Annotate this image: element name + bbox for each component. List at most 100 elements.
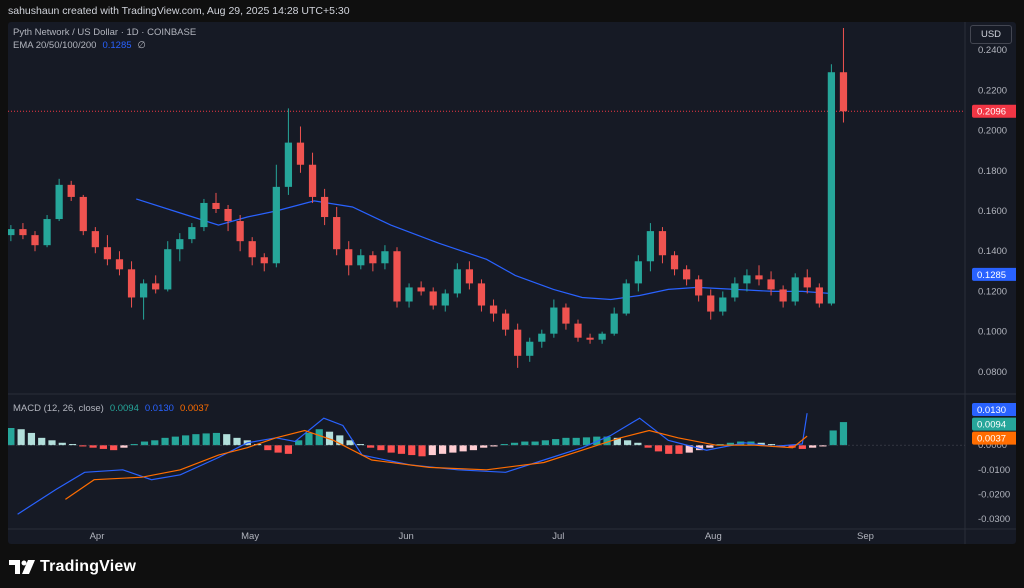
candle-body bbox=[91, 231, 99, 248]
candle-body bbox=[224, 208, 232, 222]
macd-histogram-bar bbox=[284, 445, 292, 454]
candle-body bbox=[526, 341, 534, 356]
candle-body bbox=[212, 202, 220, 209]
candle-body bbox=[103, 247, 112, 260]
candle-body bbox=[779, 289, 787, 302]
tradingview-logo[interactable]: TradingView bbox=[9, 557, 136, 577]
price-tick-label: 0.0800 bbox=[978, 367, 1007, 378]
macd-histogram-bar bbox=[182, 435, 190, 446]
candle-body bbox=[200, 202, 208, 228]
macd-histogram-bar bbox=[418, 445, 426, 457]
macd-histogram-bar bbox=[531, 441, 539, 446]
candle-body bbox=[248, 241, 256, 258]
macd-histogram-bar bbox=[192, 434, 200, 446]
macd-histogram-bar bbox=[562, 437, 570, 446]
candle-body bbox=[755, 275, 763, 280]
macd-histogram-bar bbox=[140, 441, 149, 446]
candle-body bbox=[489, 305, 498, 314]
candle-body bbox=[707, 295, 715, 312]
candle-body bbox=[417, 287, 425, 292]
candle-body bbox=[272, 186, 280, 264]
macd-histogram-bar bbox=[552, 439, 560, 446]
macd-histogram-bar bbox=[521, 441, 529, 446]
candle-body bbox=[176, 239, 184, 250]
macd-histogram-bar bbox=[387, 445, 395, 453]
candle-body bbox=[767, 279, 775, 290]
chart-area[interactable]: 0.0800 0.1000 0.1200 0.1400 0.1600 0.1800 0.20… bbox=[8, 22, 1016, 544]
candle-body bbox=[381, 251, 389, 264]
symbol-title[interactable]: Pyth Network / US Dollar · 1D · COINBASE bbox=[13, 27, 196, 38]
candle-body bbox=[622, 283, 630, 314]
macd-histogram-bar bbox=[449, 445, 457, 453]
macd-histogram-bar bbox=[110, 445, 118, 451]
ema-value: 0.1285 bbox=[102, 40, 132, 51]
macd-histogram-bar bbox=[223, 434, 231, 446]
time-tick-label: Sep bbox=[857, 531, 874, 542]
macd-histogram-bar bbox=[48, 440, 56, 446]
candle-body bbox=[791, 277, 799, 302]
price-tick-label: 0.2400 bbox=[978, 45, 1007, 56]
candle-body bbox=[164, 249, 172, 290]
candle-body bbox=[345, 249, 353, 266]
chart-canvas[interactable]: 0.0800 0.1000 0.1200 0.1400 0.1600 0.1800 0.20… bbox=[8, 22, 1016, 544]
candle-body bbox=[827, 72, 836, 304]
brand-name: TradingView bbox=[40, 558, 137, 575]
macd-histogram-bar bbox=[367, 445, 375, 448]
currency-button[interactable]: USD bbox=[970, 25, 1012, 44]
price-tick-label: 0.1800 bbox=[978, 166, 1007, 177]
candle-body bbox=[550, 307, 558, 334]
candle-body bbox=[236, 221, 244, 242]
time-tick-label: Jun bbox=[398, 531, 413, 542]
macd-legend[interactable]: MACD (12, 26, close) 0.0094 0.0130 0.0037 bbox=[13, 403, 209, 414]
visibility-icon[interactable]: ∅ bbox=[138, 40, 146, 51]
time-tick-label: Apr bbox=[90, 531, 105, 542]
top-bar: sahushaun created with TradingView.com, … bbox=[0, 0, 1024, 22]
signal-value-tag: 0.0037 bbox=[977, 434, 1006, 445]
candle-body bbox=[586, 337, 594, 340]
macd-histogram-bar bbox=[428, 445, 436, 456]
macd-histogram-value: 0.0094 bbox=[109, 403, 139, 414]
candle-body bbox=[31, 235, 39, 246]
candle-body bbox=[562, 307, 570, 324]
macd-histogram-bar bbox=[151, 440, 159, 446]
macd-tick-label: -0.0100 bbox=[978, 465, 1010, 476]
macd-tick-label: -0.0300 bbox=[978, 514, 1010, 525]
macd-histogram-bar bbox=[644, 445, 652, 448]
macd-histogram-bar bbox=[161, 437, 169, 446]
candle-body bbox=[803, 277, 811, 288]
histogram-value-tag: 0.0094 bbox=[977, 420, 1006, 431]
macd-signal-value: 0.0037 bbox=[179, 403, 209, 414]
candle-body bbox=[79, 196, 87, 232]
macd-histogram-bar bbox=[706, 445, 714, 448]
candle-body bbox=[369, 255, 377, 264]
candle-body bbox=[743, 275, 751, 284]
macd-histogram-bar bbox=[305, 432, 313, 446]
macd-histogram-bar bbox=[839, 422, 848, 446]
tradingview-logo-icon bbox=[9, 560, 35, 574]
candle-body bbox=[8, 229, 15, 236]
candle-body bbox=[815, 287, 823, 304]
candle-body bbox=[501, 313, 510, 330]
macd-histogram-bar bbox=[572, 437, 580, 446]
candle-body bbox=[670, 255, 679, 270]
macd-histogram-bar bbox=[634, 442, 642, 446]
macd-histogram-bar bbox=[541, 440, 549, 446]
macd-histogram-bar bbox=[202, 433, 210, 446]
candle-body bbox=[658, 231, 667, 256]
candle-body bbox=[514, 329, 522, 356]
candle-body bbox=[441, 293, 449, 306]
ema-value-tag: 0.1285 bbox=[977, 270, 1006, 281]
candle-body bbox=[538, 333, 546, 342]
macd-histogram-bar bbox=[89, 445, 97, 448]
footer: TradingView bbox=[0, 544, 1024, 588]
candle-body bbox=[67, 184, 75, 197]
macd-histogram-bar bbox=[17, 429, 25, 446]
price-tick-label: 0.1200 bbox=[978, 286, 1007, 297]
price-tick-label: 0.1600 bbox=[978, 206, 1007, 217]
macd-histogram-bar bbox=[809, 445, 817, 448]
candle-body bbox=[357, 255, 365, 266]
ema-legend[interactable]: EMA 20/50/100/200 0.1285 ∅ bbox=[13, 40, 146, 51]
time-tick-label: May bbox=[241, 531, 259, 542]
macd-histogram-bar bbox=[315, 429, 323, 446]
macd-label: MACD (12, 26, close) bbox=[13, 403, 104, 414]
